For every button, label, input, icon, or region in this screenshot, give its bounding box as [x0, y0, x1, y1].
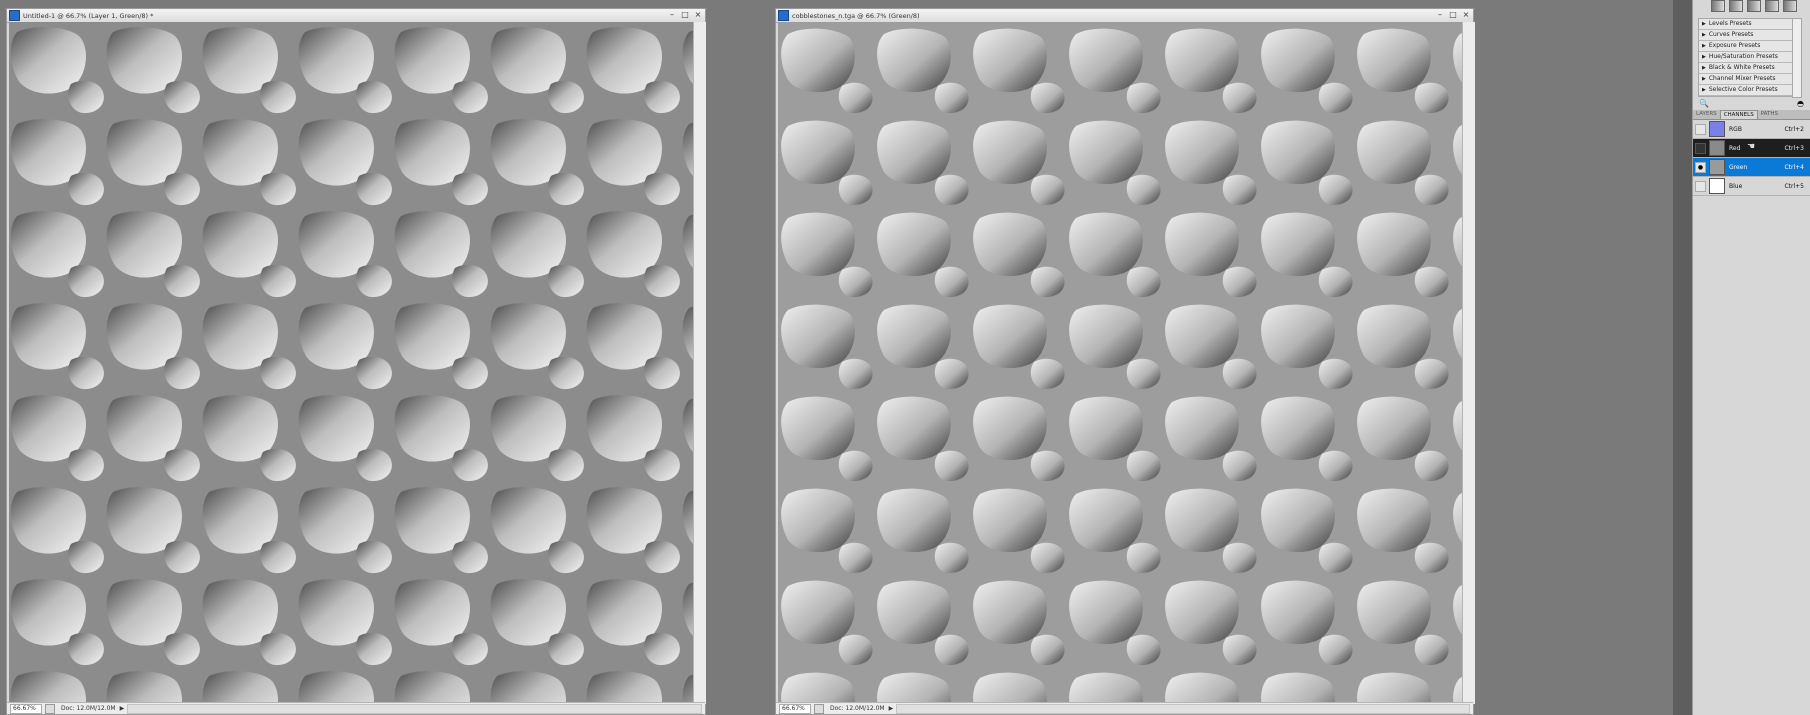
preset-label: Channel Mixer Presets	[1708, 75, 1776, 82]
horizontal-scrollbar[interactable]	[127, 703, 702, 714]
channel-row-red[interactable]: Red ☚ Ctrl+3	[1693, 139, 1810, 158]
channel-thumbnail	[1709, 159, 1725, 175]
canvas-untitled[interactable]	[9, 22, 693, 704]
channel-shortcut: Ctrl+4	[1784, 163, 1804, 171]
expand-triangle-icon: ▶	[1702, 76, 1706, 82]
horizontal-scrollbar[interactable]	[896, 703, 1470, 714]
status-menu-arrow-icon[interactable]: ▶	[889, 705, 894, 712]
tab-channels[interactable]: CHANNELS	[1719, 110, 1758, 119]
minimize-icon[interactable]: –	[667, 10, 677, 20]
cobblestone-image-normal-green	[778, 22, 1462, 704]
status-menu-arrow-icon[interactable]: ▶	[120, 705, 125, 712]
channel-row-blue[interactable]: Blue Ctrl+5	[1693, 177, 1810, 196]
zoom-level-field[interactable]: 66.67%	[10, 703, 42, 714]
canvas-cobblestones[interactable]	[778, 22, 1462, 704]
channel-thumbnail	[1709, 121, 1725, 137]
close-icon[interactable]: ×	[693, 10, 703, 20]
expand-triangle-icon: ▶	[1702, 87, 1706, 93]
vertical-scrollbar[interactable]	[1462, 22, 1475, 704]
document-size-info: Doc: 12.0M/12.0M	[830, 705, 885, 712]
channel-row-rgb[interactable]: RGB Ctrl+2	[1693, 120, 1810, 139]
preset-item[interactable]: ▶ Exposure Presets	[1699, 41, 1793, 52]
document-title: Untitled-1 @ 66.7% (Layer 1, Green/8) *	[23, 11, 154, 20]
status-bar: 66.67% Doc: 12.0M/12.0M ▶	[776, 702, 1473, 714]
presets-scrollbar[interactable]	[1792, 18, 1802, 98]
photoshop-doc-icon	[9, 10, 20, 21]
visibility-toggle[interactable]	[1695, 180, 1706, 192]
channel-shortcut: Ctrl+5	[1784, 182, 1804, 190]
zoom-level-field[interactable]: 66.67%	[779, 703, 811, 714]
panel-mask-icon[interactable]: ◓	[1797, 99, 1804, 109]
right-panel: ▶ Levels Presets ▶ Curves Presets ▶ Exposur…	[1692, 0, 1810, 715]
channel-name: Blue	[1729, 182, 1743, 190]
expand-triangle-icon: ▶	[1702, 43, 1706, 49]
expand-triangle-icon: ▶	[1702, 21, 1706, 27]
status-bar: 66.67% Doc: 12.0M/12.0M ▶	[7, 702, 705, 714]
zoom-icon[interactable]: 🔍	[1699, 99, 1709, 109]
document-size-info: Doc: 12.0M/12.0M	[61, 705, 116, 712]
preset-label: Selective Color Presets	[1708, 86, 1778, 93]
minimize-icon[interactable]: –	[1435, 10, 1445, 20]
expand-triangle-icon: ▶	[1702, 32, 1706, 38]
preset-label: Exposure Presets	[1708, 42, 1761, 49]
preset-label: Levels Presets	[1708, 20, 1752, 27]
tab-layers[interactable]: LAYERS	[1693, 110, 1720, 119]
channel-thumbnail	[1709, 140, 1725, 156]
document-window-cobblestones[interactable]: cobblestones_n.tga @ 66.7% (Green/8) – □…	[775, 8, 1475, 715]
preset-item[interactable]: ▶ Hue/Saturation Presets	[1699, 52, 1793, 63]
status-info-icon[interactable]	[814, 703, 824, 714]
tab-paths[interactable]: PATHS	[1758, 110, 1781, 119]
preset-item[interactable]: ▶ Levels Presets	[1699, 19, 1793, 30]
expand-triangle-icon: ▶	[1702, 54, 1706, 60]
adjustment-icon[interactable]	[1747, 0, 1761, 12]
cobblestone-image-embossed	[9, 22, 693, 704]
channel-shortcut: Ctrl+3	[1784, 144, 1804, 152]
preset-item[interactable]: ▶ Channel Mixer Presets	[1699, 74, 1793, 85]
expand-triangle-icon: ▶	[1702, 65, 1706, 71]
document-title: cobblestones_n.tga @ 66.7% (Green/8)	[792, 11, 920, 20]
channel-name: RGB	[1729, 125, 1742, 133]
vertical-scrollbar[interactable]	[693, 22, 706, 704]
preset-label: Hue/Saturation Presets	[1708, 53, 1778, 60]
document-title-bar[interactable]: Untitled-1 @ 66.7% (Layer 1, Green/8) * …	[7, 9, 705, 23]
preset-label: Black & White Presets	[1708, 64, 1775, 71]
hand-cursor-icon: ☚	[1747, 142, 1756, 152]
adjustment-icon[interactable]	[1765, 0, 1779, 12]
channel-thumbnail	[1709, 178, 1725, 194]
panel-tabs: LAYERS CHANNELS PATHS	[1693, 110, 1810, 120]
eye-icon[interactable]: ●	[1695, 161, 1706, 173]
preset-item[interactable]: ▶ Curves Presets	[1699, 30, 1793, 41]
adjustment-icons-row	[1711, 0, 1797, 12]
adjustment-icon[interactable]	[1783, 0, 1797, 12]
preset-item[interactable]: ▶ Selective Color Presets	[1699, 85, 1793, 96]
preset-item[interactable]: ▶ Black & White Presets	[1699, 63, 1793, 74]
maximize-icon[interactable]: □	[1448, 10, 1458, 20]
panel-dock-gap	[1673, 0, 1692, 715]
visibility-toggle[interactable]	[1695, 142, 1706, 154]
photoshop-doc-icon	[778, 10, 789, 21]
adjustment-icon[interactable]	[1711, 0, 1725, 12]
panel-tool-row: 🔍 ◓	[1693, 99, 1810, 109]
channel-row-green[interactable]: ● Green Ctrl+4	[1693, 158, 1810, 177]
adjustment-icon[interactable]	[1729, 0, 1743, 12]
status-info-icon[interactable]	[45, 703, 55, 714]
adjustment-presets-list: ▶ Levels Presets ▶ Curves Presets ▶ Exposur…	[1698, 18, 1794, 97]
maximize-icon[interactable]: □	[680, 10, 690, 20]
close-icon[interactable]: ×	[1461, 10, 1471, 20]
document-title-bar[interactable]: cobblestones_n.tga @ 66.7% (Green/8) – □…	[776, 9, 1473, 23]
preset-label: Curves Presets	[1708, 31, 1754, 38]
channel-shortcut: Ctrl+2	[1784, 125, 1804, 133]
channel-name: Green	[1729, 163, 1748, 171]
visibility-toggle[interactable]	[1695, 123, 1706, 135]
document-window-untitled[interactable]: Untitled-1 @ 66.7% (Layer 1, Green/8) * …	[6, 8, 706, 715]
